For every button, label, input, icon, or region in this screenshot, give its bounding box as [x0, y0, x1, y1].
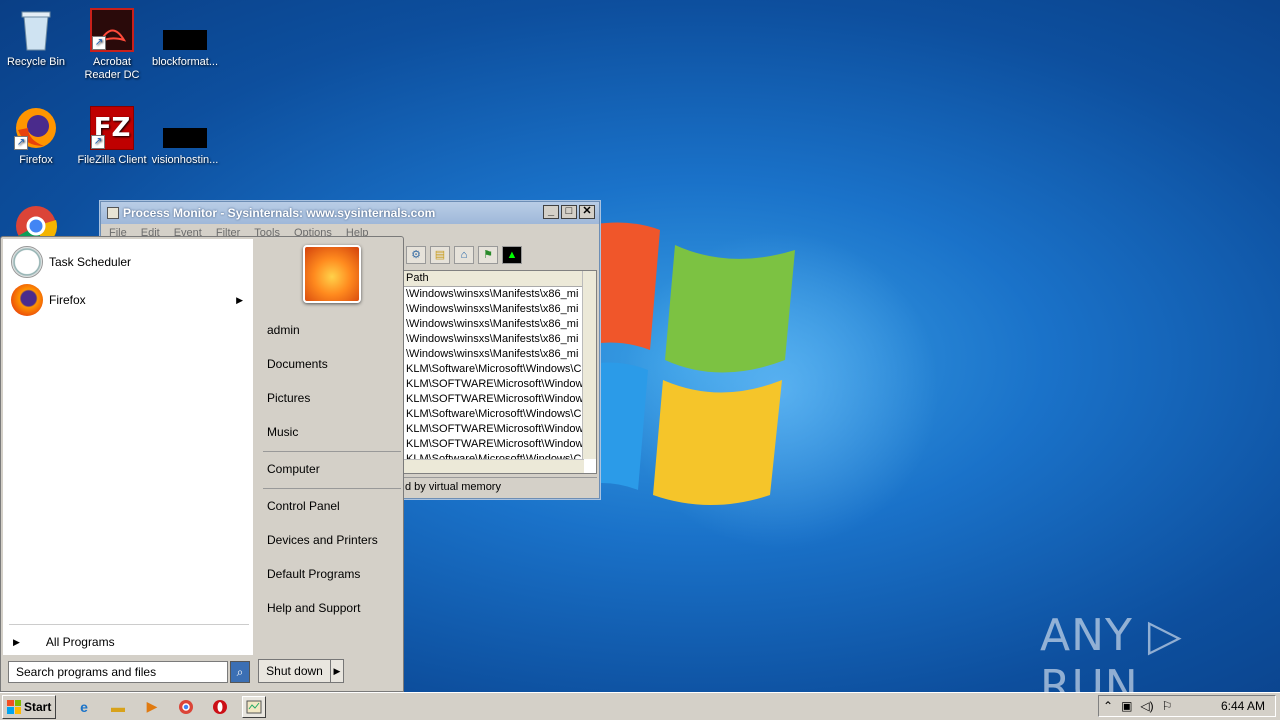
table-row[interactable]: KLM\SOFTWARE\Microsoft\Window: [404, 377, 596, 392]
shortcut-arrow-icon: ↗: [92, 36, 106, 50]
desktop-icon-filezilla[interactable]: FZ ↗ FileZilla Client: [72, 106, 152, 167]
separator: [263, 451, 401, 452]
desktop-icon-label: blockformat...: [151, 56, 219, 68]
start-menu: Task Scheduler Firefox ▶ ▶ All Programs …: [0, 236, 404, 692]
desktop-icon-acrobat[interactable]: ↗ Acrobat Reader DC: [72, 8, 152, 82]
program-label: Task Scheduler: [49, 255, 132, 269]
table-row[interactable]: KLM\SOFTWARE\Microsoft\Window: [404, 422, 596, 437]
vertical-scrollbar[interactable]: [582, 271, 596, 459]
profiling-events-icon[interactable]: ▲: [502, 246, 522, 264]
desktop-icon-firefox[interactable]: ↗ Firefox: [0, 106, 76, 167]
search-input[interactable]: Search programs and files: [8, 661, 228, 683]
table-row[interactable]: \Windows\winsxs\Manifests\x86_mi: [404, 332, 596, 347]
filezilla-icon: FZ ↗: [90, 106, 134, 150]
user-avatar[interactable]: [303, 245, 361, 303]
all-programs-button[interactable]: ▶ All Programs: [13, 635, 115, 649]
help-support-link[interactable]: Help and Support: [267, 601, 360, 615]
shutdown-label: Shut down: [259, 660, 331, 682]
default-programs-link[interactable]: Default Programs: [267, 567, 360, 581]
table-row[interactable]: KLM\SOFTWARE\Microsoft\Window: [404, 392, 596, 407]
desktop-icon-label: FileZilla Client: [77, 154, 147, 166]
opera-icon[interactable]: [208, 696, 232, 718]
volume-icon[interactable]: ◁): [1140, 699, 1153, 713]
arrow-right-icon: ▶: [13, 636, 20, 647]
user-link[interactable]: admin: [267, 323, 300, 337]
close-button[interactable]: ✕: [579, 205, 595, 219]
table-row[interactable]: KLM\Software\Microsoft\Windows\C: [404, 407, 596, 422]
toolbar: ⚙ ▤ ⌂ ⚑ ▲: [406, 246, 522, 264]
shutdown-button[interactable]: Shut down ▶: [258, 659, 344, 683]
submenu-arrow-icon: ▶: [236, 294, 243, 305]
process-activity-icon[interactable]: ⚑: [478, 246, 498, 264]
desktop-icon-blockformat[interactable]: blockformat...: [145, 8, 225, 69]
devices-printers-link[interactable]: Devices and Printers: [267, 533, 378, 547]
program-firefox[interactable]: Firefox ▶: [3, 281, 253, 319]
shortcut-arrow-icon: ↗: [14, 136, 28, 150]
firefox-icon: [11, 284, 43, 316]
desktop-icon-label: visionhostin...: [151, 154, 219, 166]
start-menu-places-pane: admin Documents Pictures Music Computer …: [259, 237, 403, 653]
clock-icon: [11, 246, 43, 278]
documents-link[interactable]: Documents: [267, 357, 328, 371]
desktop-icon-recycle-bin[interactable]: Recycle Bin: [0, 8, 76, 69]
filesystem-activity-icon[interactable]: ▤: [430, 246, 450, 264]
minimize-button[interactable]: _: [543, 205, 559, 219]
registry-activity-icon[interactable]: ⚙: [406, 246, 426, 264]
maximize-button[interactable]: □: [561, 205, 577, 219]
redacted-icon: [163, 8, 207, 52]
desktop-icon-label: Acrobat Reader DC: [84, 56, 140, 81]
separator: [9, 624, 249, 625]
shutdown-options-arrow-icon[interactable]: ▶: [331, 666, 343, 677]
clock[interactable]: 6:44 AM: [1221, 699, 1265, 713]
pictures-link[interactable]: Pictures: [267, 391, 310, 405]
chrome-icon[interactable]: [174, 696, 198, 718]
shortcut-arrow-icon: ↗: [91, 135, 105, 149]
acrobat-icon: ↗: [90, 8, 134, 52]
start-menu-programs-pane: Task Scheduler Firefox ▶ ▶ All Programs: [3, 239, 253, 655]
network-flag-icon[interactable]: ⚐: [1162, 699, 1173, 713]
program-task-scheduler[interactable]: Task Scheduler: [3, 243, 253, 281]
media-player-icon[interactable]: ▶: [140, 696, 164, 718]
procmon-app-icon: [107, 207, 119, 219]
program-label: Firefox: [49, 293, 86, 307]
window-titlebar[interactable]: Process Monitor - Sysinternals: www.sysi…: [101, 202, 599, 224]
desktop-icon-visionhosting[interactable]: visionhostin...: [145, 106, 225, 167]
taskbar: Start e ▬ ▶ ⌃ ▣ ◁) ⚐ 6:44 AM: [0, 692, 1280, 720]
redacted-icon: [163, 106, 207, 150]
table-row[interactable]: \Windows\winsxs\Manifests\x86_mi: [404, 347, 596, 362]
table-row[interactable]: \Windows\winsxs\Manifests\x86_mi: [404, 287, 596, 302]
recycle-bin-icon: [14, 8, 58, 52]
file-explorer-icon[interactable]: ▬: [106, 696, 130, 718]
internet-explorer-icon[interactable]: e: [72, 696, 96, 718]
horizontal-scrollbar[interactable]: [404, 459, 584, 473]
system-tray: ⌃ ▣ ◁) ⚐ 6:44 AM: [1098, 695, 1276, 717]
table-row[interactable]: \Windows\winsxs\Manifests\x86_mi: [404, 317, 596, 332]
table-row[interactable]: KLM\SOFTWARE\Microsoft\Window: [404, 437, 596, 452]
process-monitor-taskbar-button[interactable]: [242, 695, 266, 718]
control-panel-link[interactable]: Control Panel: [267, 499, 340, 513]
network-activity-icon[interactable]: ⌂: [454, 246, 474, 264]
event-list[interactable]: Path \Windows\winsxs\Manifests\x86_mi \W…: [403, 270, 597, 474]
start-label: Start: [24, 699, 52, 714]
music-link[interactable]: Music: [267, 425, 298, 439]
table-row[interactable]: KLM\Software\Microsoft\Windows\C: [404, 362, 596, 377]
action-center-icon[interactable]: ▣: [1121, 699, 1132, 713]
window-title: Process Monitor - Sysinternals: www.sysi…: [123, 206, 436, 220]
windows-flag-icon: [7, 699, 21, 714]
table-row[interactable]: \Windows\winsxs\Manifests\x86_mi: [404, 302, 596, 317]
firefox-icon: ↗: [14, 106, 58, 150]
desktop-icon-label: Firefox: [19, 154, 53, 166]
column-header-path[interactable]: Path: [404, 271, 596, 287]
all-programs-label: All Programs: [45, 635, 115, 649]
status-bar: d by virtual memory: [403, 477, 597, 495]
desktop-icon-label: Recycle Bin: [6, 56, 66, 68]
show-hidden-icons-icon[interactable]: ⌃: [1103, 699, 1113, 713]
computer-link[interactable]: Computer: [267, 462, 320, 476]
start-button[interactable]: Start: [2, 694, 56, 719]
separator: [263, 488, 401, 489]
search-icon[interactable]: ⌕: [230, 661, 250, 683]
